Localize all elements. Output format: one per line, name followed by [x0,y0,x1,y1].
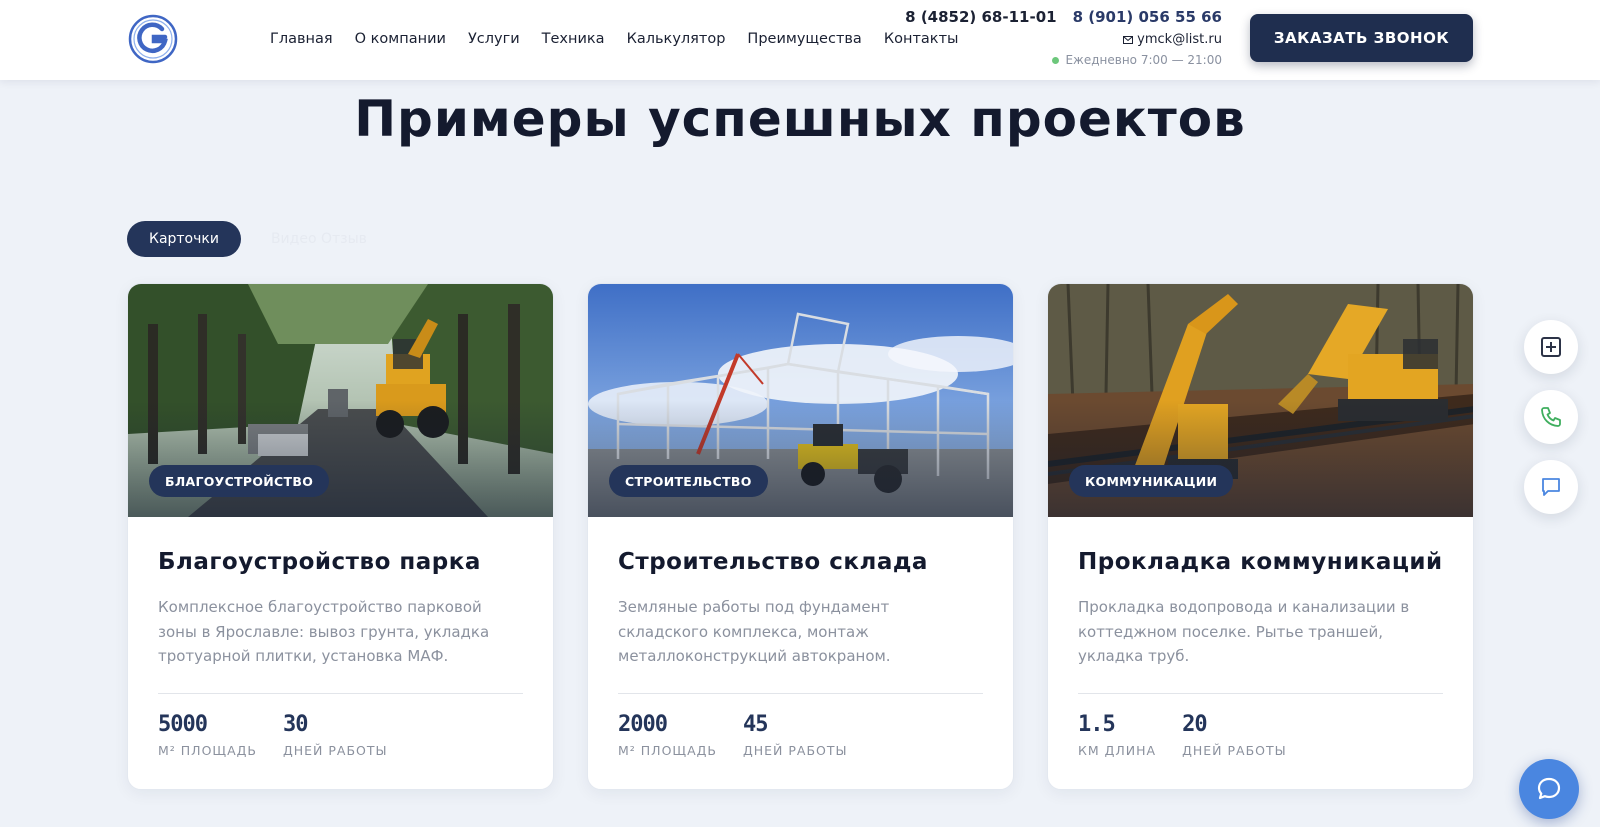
project-description: Прокладка водопровода и канализации в ко… [1078,598,1410,665]
chat-bubble-icon [1537,777,1561,800]
stat-days: 45 ДНЕЙ РАБОТЫ [743,712,848,758]
phone-link-2[interactable]: 8 (901) 056 55 66 [1073,8,1222,26]
project-card[interactable]: СТРОИТЕЛЬСТВО Строительство склада Земля… [587,283,1014,790]
nav-item-calculator[interactable]: Калькулятор [627,31,726,47]
project-image: СТРОИТЕЛЬСТВО [588,284,1013,517]
tab-cards[interactable]: Карточки [127,221,241,257]
project-title: Благоустройство парка [158,549,481,575]
stat-label: ДНЕЙ РАБОТЫ [282,743,388,758]
category-badge: БЛАГОУСТРОЙСТВО [149,465,330,497]
stat-label: М² ПЛОЩАДЬ [158,743,257,758]
project-description: Комплексное благоустройство парковой зон… [158,598,490,665]
stat-value: 5000 [158,712,208,737]
stat-area: 5000 М² ПЛОЩАДЬ [158,712,257,758]
category-badge: СТРОИТЕЛЬСТВО [609,465,768,497]
category-badge: КОММУНИКАЦИИ [1069,465,1234,497]
project-title: Строительство склада [618,549,928,575]
project-description: Земляные работы под фундамент складского… [618,598,891,665]
chat-button[interactable] [1519,759,1579,819]
add-button[interactable] [1524,320,1578,374]
stat-label: ДНЕЙ РАБОТЫ [742,743,848,758]
view-tabs: Карточки Видео Отзыв [127,221,367,257]
message-icon [1542,478,1560,496]
site-header: Главная О компании Услуги Техника Кальку… [0,0,1600,80]
project-title: Прокладка коммуникаций [1078,549,1443,575]
stat-value: 20 [1182,712,1207,737]
project-stats: 2000 М² ПЛОЩАДЬ 45 ДНЕЙ РАБОТЫ [618,712,983,758]
project-image: БЛАГОУСТРОЙСТВО [128,284,553,517]
project-card[interactable]: КОММУНИКАЦИИ Прокладка коммуникаций Прок… [1047,283,1474,790]
order-call-button[interactable]: ЗАКАЗАТЬ ЗВОНОК [1250,14,1473,62]
stat-length: 1.5 КМ ДЛИНА [1078,712,1156,758]
green-dot-icon [1052,56,1060,64]
plus-square-icon [1541,337,1561,357]
header-contacts: 8 (4852) 68-11-01 8 (901) 056 55 66 ymck… [905,8,1222,67]
nav-item-services[interactable]: Услуги [468,31,520,47]
divider [158,693,523,694]
tab-video-review[interactable]: Видео Отзыв [271,231,367,247]
stat-value: 45 [742,712,768,737]
stat-value: 1.5 [1078,712,1116,737]
nav-item-equipment[interactable]: Техника [542,31,605,47]
stat-value: 2000 [618,712,668,737]
divider [1078,693,1443,694]
phone-icon [1541,407,1561,427]
message-button[interactable] [1524,460,1578,514]
stat-label: КМ ДЛИНА [1078,743,1157,758]
divider [618,693,983,694]
stat-days: 30 ДНЕЙ РАБОТЫ [283,712,388,758]
stat-value: 30 [282,712,308,737]
nav-item-home[interactable]: Главная [270,31,333,47]
envelope-icon [1123,35,1134,44]
project-card[interactable]: БЛАГОУСТРОЙСТВО Благоустройство парка Ко… [127,283,554,790]
stat-days: 20 ДНЕЙ РАБОТЫ [1182,712,1287,758]
project-stats: 1.5 КМ ДЛИНА 20 ДНЕЙ РАБОТЫ [1078,712,1443,758]
email-link[interactable]: ymck@list.ru [1137,32,1222,47]
project-stats: 5000 М² ПЛОЩАДЬ 30 ДНЕЙ РАБОТЫ [158,712,523,758]
main-nav: Главная О компании Услуги Техника Кальку… [270,0,958,78]
stat-area: 2000 М² ПЛОЩАДЬ [618,712,717,758]
nav-item-advantages[interactable]: Преимущества [747,31,861,47]
project-cards: БЛАГОУСТРОЙСТВО Благоустройство парка Ко… [127,283,1474,790]
section-title: Примеры успешных проектов [354,90,1246,148]
working-hours: Ежедневно 7:00 — 21:00 [1065,53,1222,67]
stat-label: ДНЕЙ РАБОТЫ [1182,743,1287,758]
project-image: КОММУНИКАЦИИ [1048,284,1473,517]
phone-link-1[interactable]: 8 (4852) 68-11-01 [905,8,1056,26]
nav-item-about[interactable]: О компании [355,31,446,47]
stat-label: М² ПЛОЩАДЬ [618,743,717,758]
g-logo-icon[interactable] [128,14,178,64]
call-button[interactable] [1524,390,1578,444]
